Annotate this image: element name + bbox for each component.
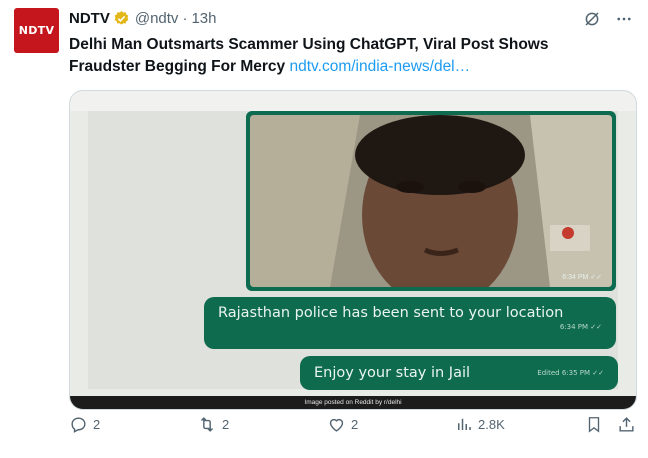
retweet-count: 2 [222, 416, 230, 432]
bubble-2-text: Enjoy your stay in Jail [314, 365, 471, 381]
bubble-1-meta: 6:34 PM ✓✓ [559, 323, 602, 331]
author-name[interactable]: NDTV [69, 10, 110, 27]
separator-dot: · [182, 10, 188, 27]
views-icon [458, 418, 471, 430]
chat-bubble-2: Enjoy your stay in Jail Edited 6:35 PM ✓… [300, 356, 618, 390]
more-icon[interactable] [614, 9, 634, 29]
like-button[interactable]: 2 [327, 415, 358, 434]
views-count: 2.8K [478, 416, 505, 432]
media-caption: Image posted on Reddit by r/delhi [70, 396, 636, 409]
verified-icon[interactable] [113, 10, 130, 27]
reply-icon [71, 416, 86, 433]
media-top-strip [70, 91, 636, 111]
tweet-time[interactable]: 13h [191, 10, 216, 27]
reply-count: 2 [93, 416, 101, 432]
reply-button[interactable]: 2 [69, 415, 100, 434]
views-button[interactable]: 2.8K [455, 415, 505, 433]
top-right-icons [582, 9, 634, 29]
chat-photo: 6:34 PM ✓✓ [246, 111, 616, 291]
grok-icon[interactable] [582, 9, 602, 29]
like-icon [329, 418, 344, 432]
bookmark-icon [588, 416, 600, 433]
author-handle[interactable]: @ndtv [135, 10, 179, 27]
like-count: 2 [351, 416, 359, 432]
bookmark-button[interactable] [585, 415, 603, 434]
photo-timestamp: 6:34 PM ✓✓ [562, 274, 602, 281]
avatar-logo-text: NDTV [18, 24, 55, 37]
person-photo: 6:34 PM ✓✓ [250, 115, 612, 287]
tweet-media[interactable]: 6:34 PM ✓✓ Rajasthan police has been sen… [69, 90, 637, 410]
share-icon [619, 416, 634, 432]
bubble-2-meta: Edited 6:35 PM ✓✓ [537, 369, 604, 377]
tweet-header: NDTV @ndtv · 13h [69, 10, 216, 27]
chat-bubble-1: Rajasthan police has been sent to your l… [204, 297, 616, 349]
retweet-button[interactable]: 2 [197, 415, 229, 434]
tweet-link[interactable]: ndtv.com/india-news/del… [290, 58, 471, 75]
avatar[interactable]: NDTV [14, 8, 59, 53]
tweet-text: Delhi Man Outsmarts Scammer Using ChatGP… [69, 34, 609, 78]
chat-screenshot: 6:34 PM ✓✓ Rajasthan police has been sen… [88, 111, 618, 390]
share-button[interactable] [617, 415, 636, 434]
bubble-1-text: Rajasthan police has been sent to your l… [218, 305, 564, 321]
retweet-icon [200, 416, 214, 432]
